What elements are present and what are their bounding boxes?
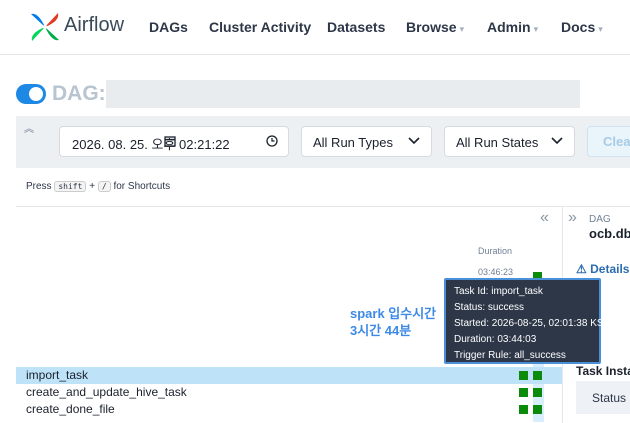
airflow-pinwheel-icon[interactable] xyxy=(28,10,62,44)
shift-key: shift xyxy=(54,181,87,192)
slash-key: / xyxy=(97,181,111,192)
tooltip-status: Status: success xyxy=(454,302,525,313)
task-instance-success[interactable] xyxy=(519,371,528,380)
task-instance-success[interactable] xyxy=(533,405,542,414)
run-states-select[interactable]: All Run States xyxy=(444,126,575,157)
task-instances-heading: Task Insta xyxy=(576,364,630,378)
clear-filters-label: Clea xyxy=(603,134,630,149)
nav-dags[interactable]: DAGs xyxy=(149,19,188,35)
nav-cluster-activity-label: Cluster Activity xyxy=(209,19,312,35)
task-row[interactable]: create_done_file xyxy=(16,401,562,418)
chevron-down-icon xyxy=(551,137,563,145)
duration-max-value: 03:46:23 xyxy=(478,267,514,277)
run-types-select[interactable]: All Run Types xyxy=(301,126,432,157)
task-label[interactable]: import_task xyxy=(26,368,88,382)
clock-icon[interactable] xyxy=(266,135,278,147)
nav-admin[interactable]: Admin ▾ xyxy=(487,19,538,35)
tooltip-task-id: Task Id: import_task xyxy=(454,286,543,297)
nav-cluster-activity[interactable]: Cluster Activity xyxy=(209,19,311,35)
task-row[interactable]: import_task xyxy=(16,367,562,384)
details-tab[interactable]: ⚠ Details xyxy=(576,262,629,276)
details-dag-label: DAG xyxy=(589,214,611,225)
task-row[interactable]: create_and_update_hive_task xyxy=(16,384,562,401)
annotation-line-1: spark 입수시간 xyxy=(350,306,437,321)
details-tab-label: Details xyxy=(590,262,630,276)
warning-icon: ⚠ xyxy=(576,262,587,276)
annotation-text: spark 입수시간 3시간 44분 xyxy=(350,305,436,339)
task-label[interactable]: create_done_file xyxy=(26,402,115,416)
dag-name-redacted xyxy=(106,80,580,108)
nav-docs-label: Docs xyxy=(561,19,596,35)
nav-docs[interactable]: Docs ▾ xyxy=(561,19,603,35)
shortcuts-hint: Press shift + / for Shortcuts xyxy=(26,181,170,192)
chevron-down-icon: ▾ xyxy=(598,24,603,34)
chevron-up-double-icon[interactable]: ︽ xyxy=(24,120,34,135)
status-column-header[interactable]: Status xyxy=(592,391,626,405)
chevron-down-icon: ▾ xyxy=(533,24,539,34)
task-tooltip: Task Id: import_task Status: success Sta… xyxy=(444,278,610,364)
details-dag-name: ocb.db xyxy=(589,226,630,241)
nav-dags-label: DAGs xyxy=(149,19,188,35)
nav-admin-label: Admin xyxy=(487,19,531,35)
chevron-down-icon xyxy=(408,137,420,145)
expand-right-icon[interactable]: » xyxy=(568,209,577,227)
task-instance-success[interactable] xyxy=(533,388,542,397)
duration-axis-label: Duration xyxy=(478,246,513,256)
base-date-value: 2026. 08. 25. 오후 02:21:22 xyxy=(72,137,230,152)
shortcuts-prefix: Press xyxy=(26,181,52,192)
nav-datasets[interactable]: Datasets xyxy=(327,19,385,35)
shortcuts-suffix: for Shortcuts xyxy=(113,181,171,192)
nav-browse-label: Browse xyxy=(406,19,457,35)
task-label[interactable]: create_and_update_hive_task xyxy=(26,385,187,399)
dag-pause-toggle[interactable] xyxy=(16,84,46,104)
shortcuts-plus: + xyxy=(89,181,96,192)
dag-title-label: DAG: xyxy=(52,82,106,105)
task-instance-success[interactable] xyxy=(519,388,528,397)
collapse-left-icon[interactable]: « xyxy=(540,209,549,227)
app-name[interactable]: Airflow xyxy=(64,14,124,37)
chevron-down-icon: ▾ xyxy=(459,24,465,34)
tooltip-started: Started: 2026-08-25, 02:01:38 KST xyxy=(454,318,610,329)
annotation-line-2: 3시간 44분 xyxy=(350,323,412,338)
tooltip-duration: Duration: 03:44:03 xyxy=(454,334,537,345)
nav-datasets-label: Datasets xyxy=(327,19,386,35)
clear-filters-button[interactable]: Clea xyxy=(587,126,630,157)
run-types-value: All Run Types xyxy=(313,135,393,150)
run-states-value: All Run States xyxy=(456,135,539,150)
base-date-input[interactable]: 2026. 08. 25. 오후 02:21:22 xyxy=(59,126,289,157)
task-instance-success[interactable] xyxy=(533,371,542,380)
tooltip-trigger-rule: Trigger Rule: all_success xyxy=(454,350,566,361)
task-instance-success[interactable] xyxy=(519,405,528,414)
calendar-icon[interactable] xyxy=(164,135,176,147)
nav-browse[interactable]: Browse ▾ xyxy=(406,19,464,35)
